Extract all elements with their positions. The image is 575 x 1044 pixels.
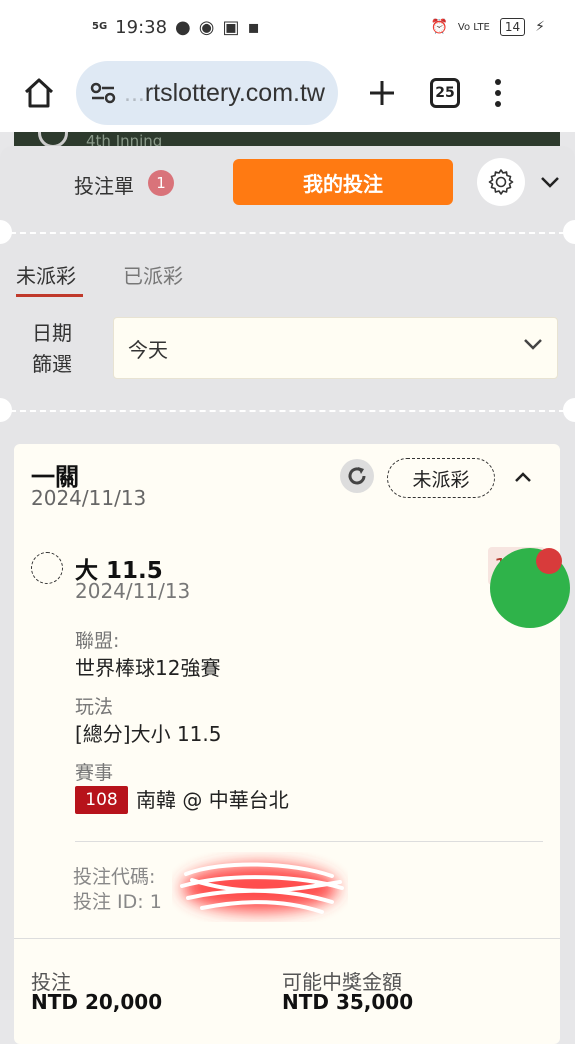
event-name: 南韓 @ 中華台北 [136, 788, 289, 812]
bet-slip-header: 投注單 1 我的投注 [0, 146, 575, 220]
active-tab-indicator [16, 294, 83, 297]
market-label: 玩法 [75, 696, 114, 718]
bet-code-label: 投注代碼: [73, 866, 156, 888]
league-value: 世界棒球12強賽 [75, 656, 221, 680]
plus-icon [370, 81, 394, 105]
bet-slip-count-badge: 1 [148, 170, 174, 196]
url-prefix: ... [124, 78, 145, 107]
lte-indicator: Vo LTE [457, 21, 490, 33]
battery-icon: 14 [499, 18, 526, 36]
collapse-slip-button[interactable] [538, 170, 562, 194]
chevron-down-icon [524, 339, 542, 350]
league-label: 聯盟: [75, 630, 120, 652]
charging-icon: ⚡ [535, 19, 545, 35]
chevron-down-icon [541, 177, 559, 188]
event-label: 賽事 [75, 762, 114, 784]
payout-value: NTD 35,000 [282, 990, 414, 1014]
menu-dot-icon [495, 101, 501, 107]
ticket-notch [563, 220, 575, 244]
divider [75, 841, 543, 842]
bet-slip-tab[interactable]: 投注單 [74, 170, 134, 199]
app-icon: ▣ [222, 16, 240, 38]
refresh-button[interactable] [340, 459, 374, 493]
selection-date: 2024/11/13 [75, 579, 191, 603]
tab-unsettled[interactable]: 未派彩 [16, 260, 76, 289]
date-filter-label-line2: 篩選 [32, 352, 72, 376]
date-filter-label-line1: 日期 [32, 321, 72, 345]
browser-toolbar: ...rtslottery.com.tw 25 [0, 54, 575, 132]
tab-switcher-button[interactable]: 25 [430, 78, 460, 108]
bet-date: 2024/11/13 [31, 486, 147, 510]
my-bets-button[interactable]: 我的投注 [233, 159, 453, 205]
game-number-badge: 108 [75, 786, 128, 814]
divider [14, 938, 560, 939]
menu-dot-icon [495, 90, 501, 96]
ticket-notch [0, 398, 12, 422]
url-text: rtslottery.com.tw [144, 78, 325, 107]
browser-menu-button[interactable] [492, 79, 504, 107]
date-filter-value: 今天 [128, 337, 168, 362]
bet-slip-panel: 投注單 1 我的投注 未派彩 已派彩 日期 篩選 今天 一關 2024/11/1… [0, 146, 575, 1044]
home-icon [24, 78, 54, 108]
doc-icon: ▪ [247, 16, 260, 38]
collapse-bet-button[interactable] [514, 468, 532, 487]
selection-status-icon [31, 552, 63, 584]
ticket-notch [0, 220, 12, 244]
market-value: [總分]大小 11.5 [75, 722, 222, 746]
alarm-icon: ⏰ [430, 19, 448, 35]
bet-id-label: 投注 ID: 1 [73, 891, 162, 913]
clock: 19:38 [115, 16, 168, 38]
settings-button[interactable] [477, 158, 525, 206]
redaction-scribble [180, 862, 344, 914]
chevron-up-icon [515, 472, 531, 482]
chat-icon: ● [175, 16, 191, 38]
home-button[interactable] [18, 72, 60, 114]
date-filter-label: 日期 篩選 [32, 318, 72, 380]
gear-icon [488, 169, 514, 195]
ticket-notch [563, 398, 575, 422]
date-filter-select[interactable]: 今天 [113, 317, 558, 379]
refresh-icon [348, 467, 366, 485]
tab-settled[interactable]: 已派彩 [123, 260, 183, 289]
new-tab-button[interactable] [364, 75, 400, 111]
site-settings-icon [90, 82, 116, 104]
line-icon: ◉ [198, 16, 215, 38]
stake-value: NTD 20,000 [31, 990, 163, 1014]
bet-status-badge: 未派彩 [387, 458, 495, 498]
divider [0, 410, 575, 412]
notification-dot [536, 548, 562, 574]
menu-dot-icon [495, 79, 501, 85]
network-indicator: 5G [92, 21, 108, 32]
bet-card: 一關 2024/11/13 未派彩 大 11.5 2024/11/13 1.75… [14, 444, 560, 1044]
address-bar[interactable]: ...rtslottery.com.tw [76, 61, 338, 125]
divider [0, 232, 575, 234]
status-bar: 5G 19:38 ● ◉ ▣ ▪ ⏰ Vo LTE 14 ⚡ [0, 0, 575, 54]
